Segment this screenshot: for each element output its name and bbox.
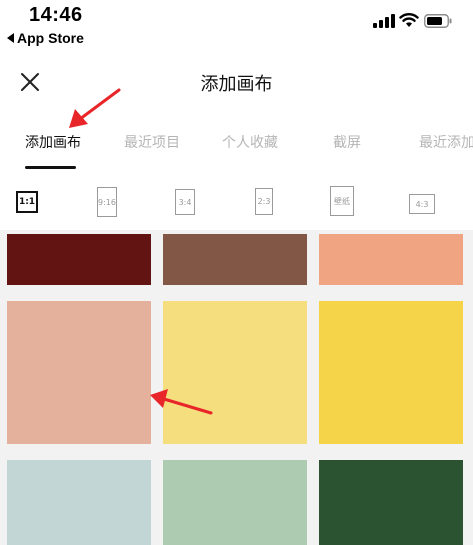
ratio-option-wallpaper[interactable]: 壁纸 — [330, 186, 354, 216]
cellular-signal-icon — [373, 14, 395, 28]
active-tab-indicator — [25, 166, 76, 169]
status-time: 14:46 — [29, 4, 83, 26]
tab-recent-projects[interactable]: 最近项目 — [124, 132, 180, 152]
color-swatch[interactable] — [7, 460, 151, 545]
status-bar: 14:46 App Store — [0, 0, 473, 52]
ratio-option-9-16[interactable]: 9:16 — [97, 187, 117, 217]
tab-add-canvas[interactable]: 添加画布 — [25, 132, 81, 152]
color-swatch[interactable] — [319, 301, 463, 444]
battery-icon — [424, 14, 452, 28]
ratio-option-1-1[interactable]: 1:1 — [16, 191, 38, 213]
back-to-app-link[interactable]: App Store — [7, 30, 84, 46]
color-swatch[interactable] — [163, 234, 307, 285]
color-swatch[interactable] — [319, 460, 463, 545]
tab-screenshots[interactable]: 截屏 — [333, 132, 361, 152]
ratio-option-2-3[interactable]: 2:3 — [255, 188, 273, 215]
color-swatch[interactable] — [319, 234, 463, 285]
back-app-label: App Store — [17, 30, 84, 46]
back-triangle-icon — [7, 33, 14, 43]
tab-recently-added[interactable]: 最近添加 — [419, 132, 473, 152]
color-swatch[interactable] — [7, 234, 151, 285]
wifi-icon — [399, 13, 419, 27]
ratio-option-4-3[interactable]: 4:3 — [409, 194, 435, 214]
page-header: 添加画布 — [0, 52, 473, 112]
page-title: 添加画布 — [200, 74, 273, 95]
ratio-option-3-4[interactable]: 3:4 — [175, 189, 195, 215]
tab-bar: 添加画布 最近项目 个人收藏 截屏 最近添加 — [0, 120, 473, 170]
color-swatch[interactable] — [163, 301, 307, 444]
color-swatch[interactable] — [163, 460, 307, 545]
color-swatch[interactable] — [7, 301, 151, 444]
ratio-selector: 1:1 9:16 3:4 2:3 壁纸 4:3 — [0, 170, 473, 230]
tab-favorites[interactable]: 个人收藏 — [222, 132, 278, 152]
